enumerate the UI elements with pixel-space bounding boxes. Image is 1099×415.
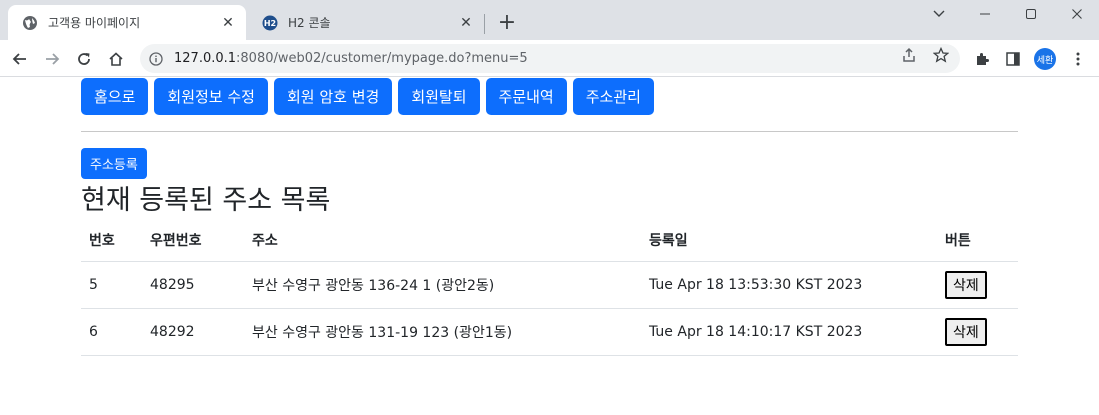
new-tab-icon[interactable]: + [495,10,519,35]
url-host: 127.0.0.1 [174,51,237,66]
page-title: 현재 등록된 주소 목록 [81,185,331,216]
table-row: 6 48292 부산 수영구 광안동 131-19 123 (광안1동) Tue… [81,308,1018,356]
url-path: :8080/web02/customer/mypage.do?menu=5 [236,51,528,66]
cell-zip: 48295 [142,261,244,309]
menu-order-history-button[interactable]: 주문내역 [485,78,567,115]
menu-change-password-button[interactable]: 회원 암호 변경 [273,78,393,115]
menu-address-manage-button[interactable]: 주소관리 [572,78,654,115]
minimize-icon[interactable] [962,0,1008,28]
cell-zip: 48292 [142,308,244,356]
menu-withdraw-button[interactable]: 회원탈퇴 [398,78,480,115]
tab-h2-console[interactable]: H2 H2 콘솔 ✕ [248,5,484,40]
svg-text:H2: H2 [264,19,276,28]
kebab-menu-icon[interactable] [1068,49,1088,69]
cell-date: Tue Apr 18 14:10:17 KST 2023 [641,308,937,356]
close-icon[interactable]: ✕ [458,15,474,31]
share-icon[interactable] [900,46,918,64]
url-text: 127.0.0.1:8080/web02/customer/mypage.do?… [174,51,528,66]
divider [81,131,1018,132]
header-no: 번호 [81,220,142,262]
cell-address: 부산 수영구 광안동 136-24 1 (광안2동) [244,261,641,309]
side-panel-icon[interactable] [1003,49,1023,69]
cell-date: Tue Apr 18 13:53:30 KST 2023 [641,261,937,309]
extensions-puzzle-icon[interactable] [972,49,992,69]
cell-no: 6 [81,308,142,356]
delete-button[interactable]: 삭제 [945,317,987,346]
header-button: 버튼 [937,220,1018,262]
tab-separator [484,14,485,34]
tab-title: H2 콘솔 [288,16,331,30]
header-address: 주소 [244,220,641,262]
maximize-icon[interactable] [1008,0,1054,28]
bookmark-star-icon[interactable] [932,46,950,64]
back-arrow-icon[interactable] [8,47,32,71]
tab-title: 고객용 마이페이지 [48,16,141,30]
cell-action: 삭제 [937,261,1018,309]
menu-edit-profile-button[interactable]: 회원정보 수정 [154,78,268,115]
header-zip: 우편번호 [142,220,244,262]
mypage-menu: 홈으로 회원정보 수정 회원 암호 변경 회원탈퇴 주문내역 주소관리 [81,78,654,115]
forward-arrow-icon[interactable] [40,47,64,71]
h2-logo-icon: H2 [262,15,278,31]
add-address-button[interactable]: 주소등록 [81,148,147,179]
close-icon[interactable]: ✕ [220,15,236,31]
browser-tabstrip: 고객용 마이페이지 ✕ H2 H2 콘솔 ✕ + [0,0,1099,40]
cell-no: 5 [81,261,142,309]
site-info-icon[interactable] [148,51,164,67]
address-table: 번호 우편번호 주소 등록일 버튼 5 48295 부산 수영구 광안동 136… [81,220,1018,356]
tab-mypage[interactable]: 고객용 마이페이지 ✕ [8,5,246,40]
window-close-icon[interactable] [1054,0,1099,28]
profile-avatar[interactable]: 세환 [1034,48,1056,70]
menu-home-button[interactable]: 홈으로 [81,78,149,115]
delete-button[interactable]: 삭제 [945,270,987,299]
cell-action: 삭제 [937,308,1018,356]
cell-address: 부산 수영구 광안동 131-19 123 (광안1동) [244,308,641,356]
home-icon[interactable] [104,47,128,71]
table-header-row: 번호 우편번호 주소 등록일 버튼 [81,220,1018,262]
reload-icon[interactable] [72,47,96,71]
header-date: 등록일 [641,220,937,262]
address-bar[interactable]: 127.0.0.1:8080/web02/customer/mypage.do?… [140,44,960,73]
table-row: 5 48295 부산 수영구 광안동 136-24 1 (광안2동) Tue A… [81,261,1018,309]
browser-toolbar: 127.0.0.1:8080/web02/customer/mypage.do?… [0,40,1099,77]
globe-icon [22,15,38,31]
tab-search-chevron-icon[interactable] [916,0,962,28]
